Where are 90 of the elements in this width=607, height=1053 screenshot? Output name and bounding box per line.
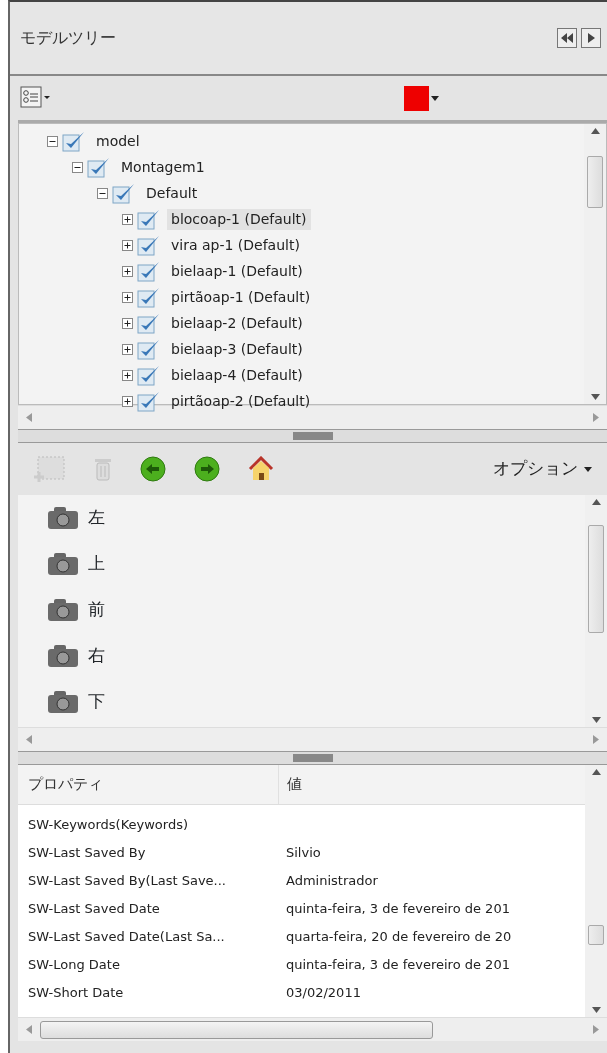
camera-icon <box>48 645 78 667</box>
scroll-down-icon[interactable] <box>591 1007 601 1013</box>
expand-toggle-icon[interactable] <box>122 369 133 381</box>
checked-checkbox[interactable] <box>137 286 161 308</box>
tree-item-label[interactable]: bielaap-3 (Default) <box>167 338 307 360</box>
scroll-left-icon[interactable] <box>26 413 32 422</box>
tree-item-label[interactable]: pirtãoap-1 (Default) <box>167 286 315 308</box>
expand-toggle-icon[interactable] <box>122 343 133 355</box>
expand-toggle-icon[interactable] <box>122 213 133 225</box>
tree-item-label[interactable]: bielaap-2 (Default) <box>167 312 307 334</box>
checked-checkbox[interactable] <box>137 312 161 334</box>
scroll-right-icon[interactable] <box>593 413 599 422</box>
collapse-button[interactable] <box>557 28 577 48</box>
property-value: quinta-feira, 3 de fevereiro de 201 <box>285 956 511 975</box>
checked-checkbox[interactable] <box>137 338 161 360</box>
expand-toggle-icon[interactable] <box>122 317 133 329</box>
property-value: 03/02/2011 <box>285 984 362 1003</box>
property-name: SW-Long Date <box>27 956 121 975</box>
caret-icon <box>584 466 592 472</box>
property-value: Silvio <box>285 844 322 863</box>
collapse-toggle-icon[interactable] <box>47 135 58 147</box>
list-view-button[interactable] <box>20 86 50 110</box>
splitter-handle[interactable] <box>292 432 333 440</box>
options-button[interactable]: オプション <box>492 455 593 483</box>
checked-checkbox[interactable] <box>87 156 111 178</box>
camera-icon <box>48 691 78 713</box>
scroll-thumb[interactable] <box>587 156 603 208</box>
tree-item-label[interactable]: pirtãoap-2 (Default) <box>167 390 315 412</box>
property-name: SW-Keywords(Keywords) <box>27 816 189 835</box>
property-name: SW-Last Saved Date <box>27 900 161 919</box>
property-name: SW-Short Date <box>27 984 125 1003</box>
color-picker-button[interactable] <box>404 85 439 111</box>
view-item[interactable]: 上 <box>88 551 105 577</box>
tree-item-label[interactable]: vira ap-1 (Default) <box>167 234 304 256</box>
tree-item-label[interactable]: Montagem1 <box>117 156 209 178</box>
expand-button[interactable] <box>581 28 601 48</box>
view-item[interactable]: 左 <box>88 505 105 531</box>
checked-checkbox[interactable] <box>137 208 161 230</box>
vertical-scrollbar[interactable] <box>585 765 607 1017</box>
checked-checkbox[interactable] <box>112 182 136 204</box>
home-icon[interactable] <box>248 456 274 482</box>
camera-icon <box>48 507 78 529</box>
caret-icon <box>431 95 439 101</box>
view-item[interactable]: 前 <box>88 597 105 623</box>
play-icon <box>587 33 595 43</box>
splitter-handle[interactable] <box>292 754 333 762</box>
scroll-down-icon[interactable] <box>591 717 601 723</box>
scroll-up-icon[interactable] <box>590 128 600 134</box>
scroll-thumb[interactable] <box>40 1020 433 1039</box>
scroll-right-icon[interactable] <box>593 735 599 744</box>
checked-checkbox[interactable] <box>137 364 161 386</box>
scroll-up-icon[interactable] <box>591 499 601 505</box>
property-name: SW-Last Saved By(Last Save... <box>27 872 227 891</box>
view-item[interactable]: 右 <box>88 643 105 669</box>
property-value: quinta-feira, 3 de fevereiro de 201 <box>285 900 511 919</box>
scroll-thumb[interactable] <box>588 925 604 945</box>
checked-checkbox[interactable] <box>137 260 161 282</box>
collapse-toggle-icon[interactable] <box>97 187 108 199</box>
tree-item-label[interactable]: blocoap-1 (Default) <box>167 208 311 230</box>
tree-item-label[interactable]: bielaap-1 (Default) <box>167 260 307 282</box>
column-header[interactable]: プロパティ <box>18 765 278 804</box>
view-item[interactable]: 下 <box>88 689 105 715</box>
expand-toggle-icon[interactable] <box>122 395 133 407</box>
scroll-down-icon[interactable] <box>590 394 600 400</box>
property-value: Administrador <box>285 872 379 891</box>
tree-item-label[interactable]: model <box>92 130 144 152</box>
checked-checkbox[interactable] <box>137 390 161 412</box>
property-name: SW-Last Saved By <box>27 844 147 863</box>
expand-toggle-icon[interactable] <box>122 265 133 277</box>
tree-item-label[interactable]: Default <box>142 182 202 204</box>
scroll-left-icon[interactable] <box>26 1025 32 1034</box>
property-name: SW-Last Saved Date(Last Sa... <box>27 928 226 947</box>
panel-title: モデルツリー <box>20 27 117 49</box>
tree-item-label[interactable]: bielaap-4 (Default) <box>167 364 307 386</box>
expand-toggle-icon[interactable] <box>122 291 133 303</box>
collapse-toggle-icon[interactable] <box>72 161 83 173</box>
horizontal-scrollbar[interactable] <box>18 727 607 751</box>
checked-checkbox[interactable] <box>62 130 86 152</box>
list-view-icon <box>20 86 50 110</box>
property-value: quarta-feira, 20 de fevereiro de 20 <box>285 928 513 947</box>
checked-checkbox[interactable] <box>137 234 161 256</box>
scroll-right-icon[interactable] <box>593 1025 599 1034</box>
double-left-icon <box>561 33 573 43</box>
expand-toggle-icon[interactable] <box>122 239 133 251</box>
horizontal-scrollbar[interactable] <box>18 1017 607 1041</box>
camera-icon <box>48 553 78 575</box>
scroll-left-icon[interactable] <box>26 735 32 744</box>
scroll-thumb[interactable] <box>588 525 604 633</box>
scroll-up-icon[interactable] <box>591 769 601 775</box>
camera-icon <box>48 599 78 621</box>
